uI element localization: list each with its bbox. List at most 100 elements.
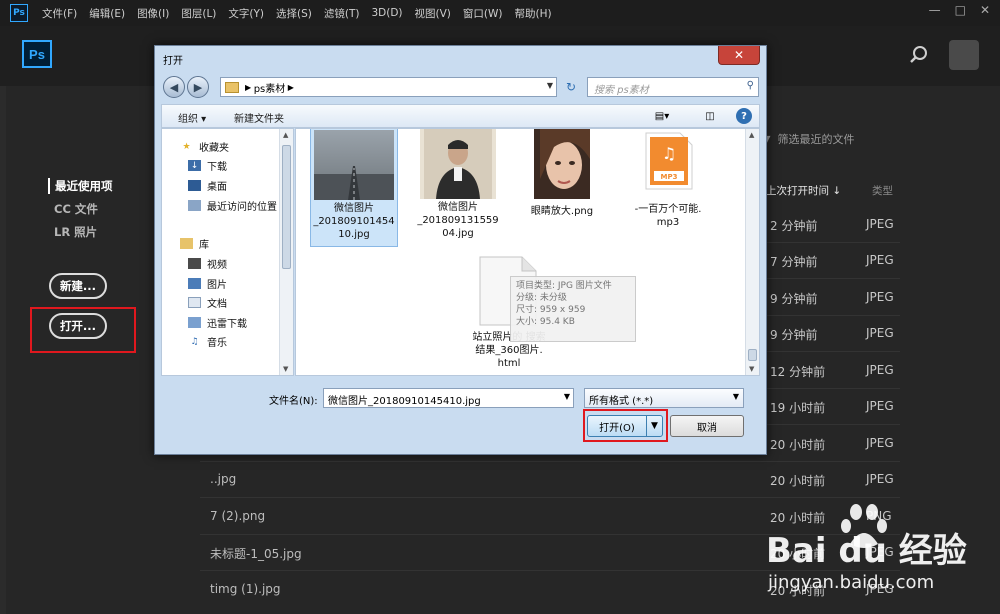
nav-cc-files[interactable]: CC 文件 bbox=[48, 201, 113, 217]
column-last-opened[interactable]: 上次打开时间 ↓ bbox=[766, 183, 841, 198]
file-name: timg (1).jpg bbox=[210, 582, 281, 596]
menu-window[interactable]: 窗口(W) bbox=[463, 6, 503, 21]
tree-label: 图片 bbox=[207, 280, 227, 291]
file-format-select[interactable]: 所有格式 (*.*) ▼ bbox=[584, 388, 744, 408]
ps-logo: Ps bbox=[22, 40, 52, 68]
tree-label: 下载 bbox=[207, 162, 227, 173]
tooltip-line: 分级: 未分级 bbox=[516, 293, 567, 303]
view-options-icon[interactable]: ▤▾ bbox=[654, 109, 670, 123]
tree-label: 收藏夹 bbox=[199, 143, 229, 154]
search-icon[interactable] bbox=[908, 44, 930, 66]
menu-filter[interactable]: 滤镜(T) bbox=[324, 6, 360, 21]
file-label: -一百万个可能. bbox=[634, 204, 702, 215]
scroll-up-icon[interactable]: ▲ bbox=[749, 131, 754, 139]
nav-lr-photos[interactable]: LR 照片 bbox=[48, 224, 113, 240]
tree-pictures[interactable]: 图片 bbox=[188, 276, 227, 291]
video-icon bbox=[188, 258, 201, 269]
tooltip-line: 大小: 95.4 KB bbox=[516, 317, 575, 327]
search-icon: ⚲ bbox=[746, 80, 754, 91]
file-tile[interactable]: 微信图片 _201809101454 10.jpg bbox=[310, 129, 398, 247]
tree-downloads[interactable]: ↓ 下载 bbox=[188, 158, 227, 173]
tooltip-line: 项目类型: JPG 图片文件 bbox=[516, 281, 612, 291]
dialog-title: 打开 bbox=[163, 56, 183, 67]
preview-pane-icon[interactable]: ◫ bbox=[702, 109, 718, 123]
dialog-close-button[interactable]: ✕ bbox=[718, 46, 760, 65]
menu-select[interactable]: 选择(S) bbox=[276, 6, 312, 21]
nav-pane-scrollbar[interactable]: ▲ ▼ bbox=[279, 129, 293, 375]
recent-file-row[interactable]: ..jpg 20 小时前 JPEG bbox=[200, 462, 900, 498]
column-type[interactable]: 类型 bbox=[872, 183, 893, 198]
download-icon: ↓ bbox=[188, 160, 201, 171]
nav-recent[interactable]: 最近使用项 bbox=[48, 178, 113, 194]
highlight-open-button bbox=[30, 307, 136, 353]
scrollbar-thumb[interactable] bbox=[748, 349, 757, 361]
tree-label: 音乐 bbox=[207, 338, 227, 349]
menu-layer[interactable]: 图层(L) bbox=[181, 6, 216, 21]
file-tile[interactable]: 微信图片 _201809131559 04.jpg bbox=[414, 129, 502, 247]
tree-libraries[interactable]: 库 bbox=[180, 236, 209, 251]
folder-icon bbox=[225, 81, 239, 93]
face-image-thumbnail bbox=[534, 129, 590, 199]
back-icon[interactable]: ◀ bbox=[163, 76, 185, 98]
help-icon[interactable]: ? bbox=[736, 108, 752, 124]
scroll-down-icon[interactable]: ▼ bbox=[749, 365, 754, 373]
avatar[interactable] bbox=[949, 40, 979, 70]
format-value: 所有格式 (*.*) bbox=[589, 396, 654, 407]
tree-videos[interactable]: 视频 bbox=[188, 256, 227, 271]
tree-favorites[interactable]: ★ 收藏夹 bbox=[180, 139, 229, 155]
library-icon bbox=[180, 238, 193, 249]
filter-placeholder: 筛选最近的文件 bbox=[777, 133, 855, 146]
filename-field[interactable]: 微信图片_20180910145410.jpg ▼ bbox=[323, 388, 574, 408]
filename-dropdown-icon[interactable]: ▼ bbox=[564, 392, 570, 401]
breadcrumb-folder[interactable]: ps素材 bbox=[254, 80, 286, 95]
desktop-icon bbox=[188, 180, 201, 191]
file-time: 2 分钟前 bbox=[770, 219, 818, 233]
dialog-cancel-button[interactable]: 取消 bbox=[670, 415, 744, 437]
forward-icon[interactable]: ▶ bbox=[187, 76, 209, 98]
watermark-brand: Bai du 经验 bbox=[766, 531, 967, 571]
file-type: JPEG bbox=[866, 326, 894, 340]
file-type: JPEG bbox=[866, 363, 894, 377]
menu-help[interactable]: 帮助(H) bbox=[515, 6, 552, 21]
portrait-image-thumbnail bbox=[420, 129, 496, 199]
file-pane-scrollbar[interactable]: ▲ ▼ bbox=[745, 129, 759, 375]
file-label: _201809101454 bbox=[313, 216, 395, 227]
menu-view[interactable]: 视图(V) bbox=[415, 6, 451, 21]
tree-xunlei-downloads[interactable]: 迅雷下载 bbox=[188, 315, 247, 330]
close-window-icon[interactable]: ✕ bbox=[980, 3, 990, 17]
tree-documents[interactable]: 文档 bbox=[188, 295, 227, 310]
scroll-up-icon[interactable]: ▲ bbox=[283, 131, 288, 139]
menu-type[interactable]: 文字(Y) bbox=[228, 6, 264, 21]
new-folder-button[interactable]: 新建文件夹 bbox=[234, 110, 284, 125]
mp3-file-icon: ♫ MP3 bbox=[645, 132, 693, 190]
tree-label: 库 bbox=[199, 240, 209, 251]
filter-recent[interactable]: ▼ 筛选最近的文件 bbox=[762, 131, 854, 147]
tree-recent-places[interactable]: 最近访问的位置 bbox=[188, 198, 277, 213]
menu-edit[interactable]: 编辑(E) bbox=[89, 6, 125, 21]
filename-label: 文件名(N): bbox=[269, 396, 318, 407]
file-label: 结果_360图片. bbox=[475, 345, 543, 356]
minimize-icon[interactable]: — bbox=[929, 3, 941, 17]
address-dropdown-icon[interactable]: ▼ bbox=[547, 81, 553, 90]
tree-music[interactable]: ♫ 音乐 bbox=[188, 334, 227, 350]
file-tile[interactable]: ♫ MP3 -一百万个可能. mp3 bbox=[624, 129, 712, 239]
menu-image[interactable]: 图像(I) bbox=[137, 6, 169, 21]
address-bar[interactable]: ▶ ps素材 ▶ ▼ bbox=[220, 77, 557, 97]
search-input[interactable]: 搜索 ps素材 ⚲ bbox=[587, 77, 759, 97]
tooltip-line: 尺寸: 959 x 959 bbox=[516, 305, 586, 315]
new-button[interactable]: 新建... bbox=[49, 273, 107, 299]
scrollbar-thumb[interactable] bbox=[282, 145, 291, 269]
file-time: 19 小时前 bbox=[770, 401, 826, 415]
organize-button[interactable]: 组织 ▾ bbox=[178, 110, 206, 125]
menu-3d[interactable]: 3D(D) bbox=[371, 7, 402, 19]
file-type: JPEG bbox=[866, 436, 894, 450]
menu-file[interactable]: 文件(F) bbox=[42, 6, 77, 21]
search-placeholder: 搜索 ps素材 bbox=[594, 85, 649, 96]
maximize-icon[interactable]: □ bbox=[955, 3, 966, 17]
file-label: 眼睛放大.png bbox=[530, 206, 594, 217]
file-tile[interactable]: 眼睛放大.png bbox=[518, 129, 606, 227]
tree-desktop[interactable]: 桌面 bbox=[188, 178, 227, 193]
scroll-down-icon[interactable]: ▼ bbox=[283, 365, 288, 373]
refresh-icon[interactable]: ↻ bbox=[561, 77, 581, 97]
home-left-nav: 最近使用项 CC 文件 LR 照片 bbox=[48, 178, 113, 247]
